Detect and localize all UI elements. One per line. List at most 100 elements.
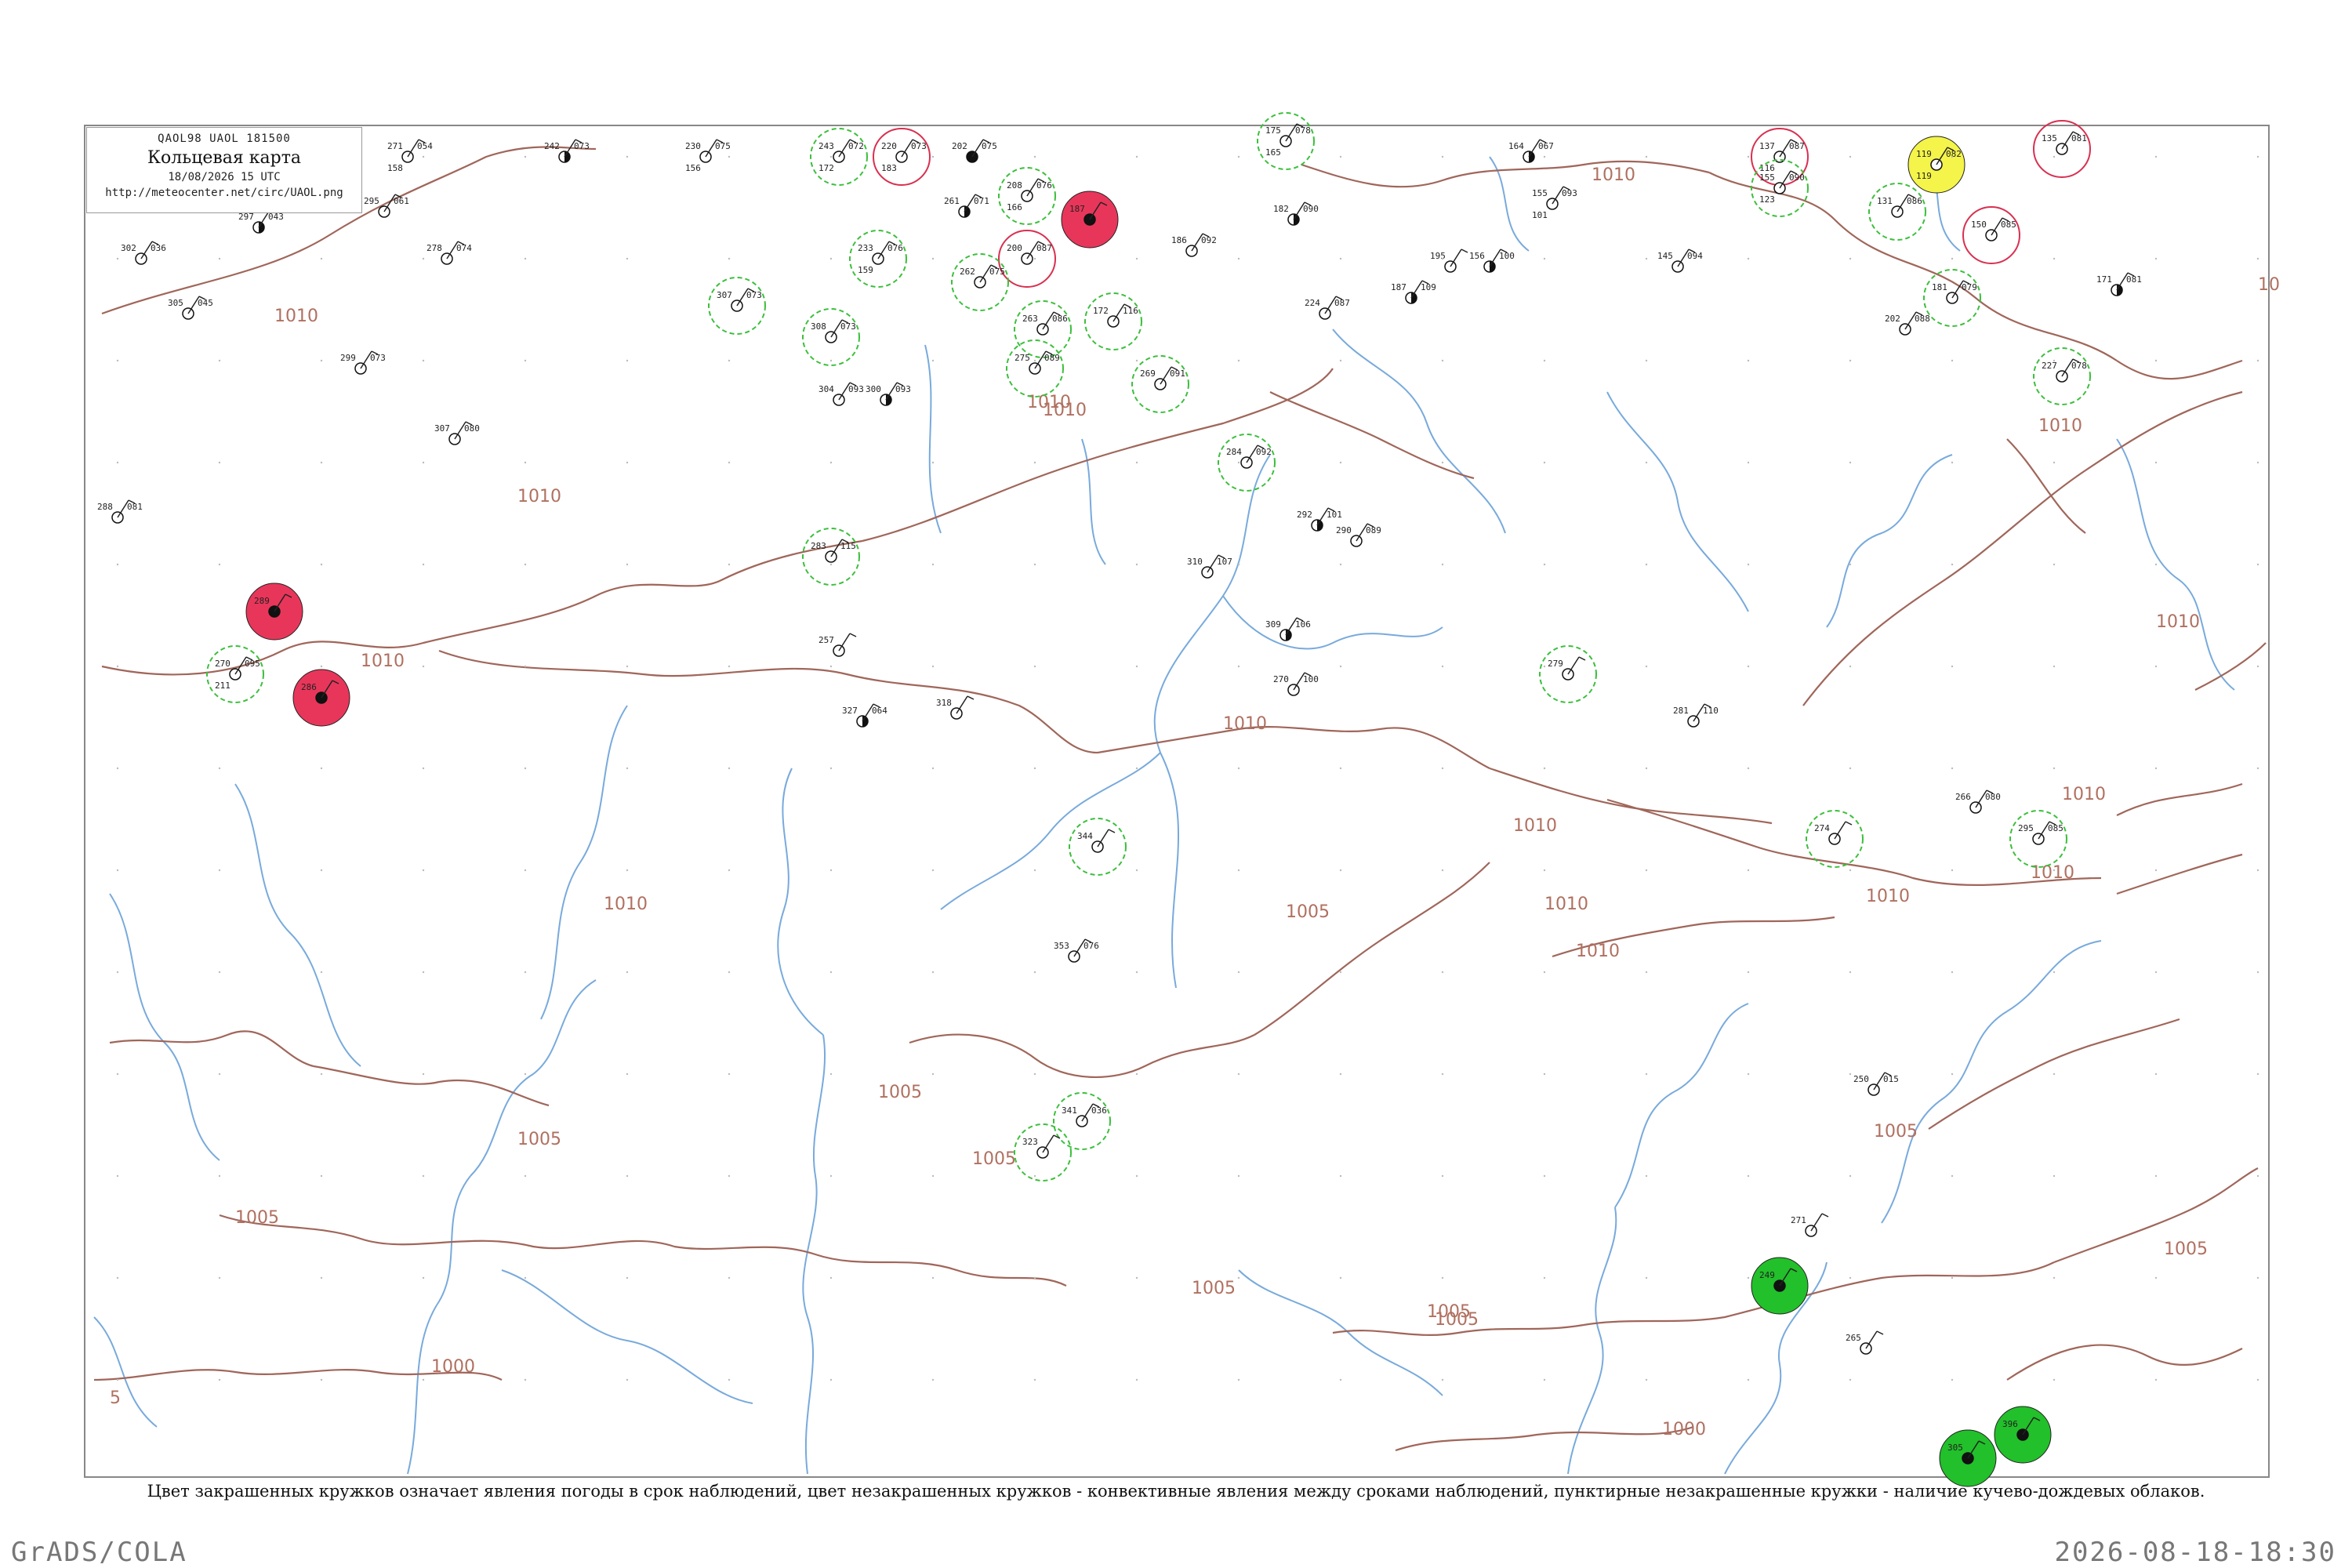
- grid-dot: [1543, 971, 1546, 974]
- station-temp: 274: [1814, 823, 1830, 833]
- grid-dot: [422, 155, 425, 158]
- grid-dot: [2154, 1276, 2158, 1279]
- station-temp: 187: [1391, 282, 1406, 292]
- isobar-label: 1010: [1576, 942, 1620, 961]
- grid-dot: [1645, 665, 1648, 668]
- station-marker[interactable]: 249: [1751, 1257, 1809, 1315]
- grid-dot: [728, 869, 731, 872]
- grid-dot: [1033, 869, 1036, 872]
- grid-dot: [931, 563, 935, 566]
- grid-dot: [626, 665, 629, 668]
- station-temp: 230: [685, 141, 701, 151]
- station-pressure: 110: [1703, 706, 1719, 716]
- station-marker[interactable]: 305: [1939, 1429, 1997, 1487]
- grid-dot: [1645, 257, 1648, 260]
- grid-dot: [2256, 1073, 2259, 1076]
- grid-dot: [1441, 461, 1444, 464]
- station-pressure: 085: [2001, 220, 2016, 230]
- station-temp: 155: [1532, 188, 1548, 198]
- station-pressure: 090: [1789, 172, 1805, 183]
- grid-dot: [626, 971, 629, 974]
- station-temp: 309: [1265, 619, 1281, 630]
- grid-dot: [728, 563, 731, 566]
- station-pressure: 074: [456, 243, 472, 253]
- station-temp: 202: [1885, 314, 1900, 324]
- station-pressure: 061: [394, 196, 409, 206]
- station-marker[interactable]: 396: [1994, 1406, 2052, 1464]
- isobar-label: 1010: [2038, 416, 2082, 436]
- grid-dot: [1237, 359, 1240, 362]
- grid-dot: [1033, 665, 1036, 668]
- station-pressure: 015: [1883, 1074, 1899, 1084]
- grid-dot: [1441, 257, 1444, 260]
- grid-dot: [1339, 359, 1342, 362]
- station-pressure: 106: [1295, 619, 1311, 630]
- grid-dot: [1645, 155, 1648, 158]
- grid-dot: [422, 1378, 425, 1381]
- grid-dot: [1237, 665, 1240, 668]
- station-pressure: 080: [1985, 792, 2001, 802]
- grid-dot: [1237, 1073, 1240, 1076]
- grid-dot: [728, 359, 731, 362]
- station-pressure: 116: [1123, 306, 1138, 316]
- station-temp: 242: [544, 141, 560, 151]
- isobar-label: 1005: [2164, 1240, 2208, 1259]
- station-pressure: 075: [989, 267, 1005, 277]
- grid-dot: [1135, 767, 1138, 770]
- isobar-label: 1005: [972, 1149, 1016, 1169]
- grid-dot: [116, 359, 119, 362]
- grid-dot: [728, 971, 731, 974]
- station-pressure: 093: [895, 384, 911, 394]
- station-pressure: 073: [370, 353, 386, 363]
- station-marker[interactable]: 119 082 119: [1907, 136, 1965, 194]
- grid-dot: [422, 563, 425, 566]
- station-temp: 156: [1469, 251, 1485, 261]
- grid-dot: [422, 971, 425, 974]
- grid-dot: [1747, 461, 1750, 464]
- grid-dot: [1747, 1378, 1750, 1381]
- grid-dot: [829, 665, 833, 668]
- grid-dot: [1543, 461, 1546, 464]
- station-temp: 150: [1971, 220, 1987, 230]
- station-temp: 200: [1007, 243, 1022, 253]
- grid-dot: [218, 665, 221, 668]
- grid-dot: [2154, 461, 2158, 464]
- grid-dot: [1237, 155, 1240, 158]
- station-temp: 310: [1187, 557, 1203, 567]
- legend-time: 18/08/2026 15 UTC: [168, 171, 281, 183]
- grid-dot: [2154, 257, 2158, 260]
- station-marker[interactable]: 187: [1061, 191, 1119, 249]
- grid-dot: [218, 257, 221, 260]
- legend-url[interactable]: http://meteocenter.net/circ/UAOL.png: [87, 187, 361, 199]
- station-pressure: 100: [1499, 251, 1515, 261]
- grid-dot: [320, 257, 323, 260]
- grid-dot: [1951, 257, 1954, 260]
- grid-dot: [1951, 563, 1954, 566]
- grid-dot: [1135, 869, 1138, 872]
- station-pressure: 090: [1303, 204, 1319, 214]
- grid-dot: [2256, 461, 2259, 464]
- station-pressure: 082: [1946, 149, 1962, 159]
- station-pressure: 036: [1091, 1105, 1107, 1116]
- grid-dot: [2053, 257, 2056, 260]
- grid-dot: [1951, 869, 1954, 872]
- station-pressure: 054: [417, 141, 433, 151]
- grid-dot: [524, 1378, 527, 1381]
- grid-dot: [1135, 1378, 1138, 1381]
- station-pressure: 080: [464, 423, 480, 434]
- grid-dot: [320, 971, 323, 974]
- station-temp: 243: [818, 141, 834, 151]
- station-temp: 195: [1430, 251, 1446, 261]
- grid-dot: [218, 461, 221, 464]
- grid-dot: [1747, 1174, 1750, 1178]
- grid-dot: [422, 1276, 425, 1279]
- station-marker[interactable]: 289: [245, 583, 303, 641]
- grid-dot: [1849, 767, 1852, 770]
- station-marker[interactable]: 286: [292, 669, 350, 727]
- station-pressure: 076: [1083, 941, 1099, 951]
- grid-dot: [422, 767, 425, 770]
- station-temp: 271: [387, 141, 403, 151]
- grid-dot: [1441, 665, 1444, 668]
- grid-dot: [2154, 563, 2158, 566]
- station-temp: 278: [426, 243, 442, 253]
